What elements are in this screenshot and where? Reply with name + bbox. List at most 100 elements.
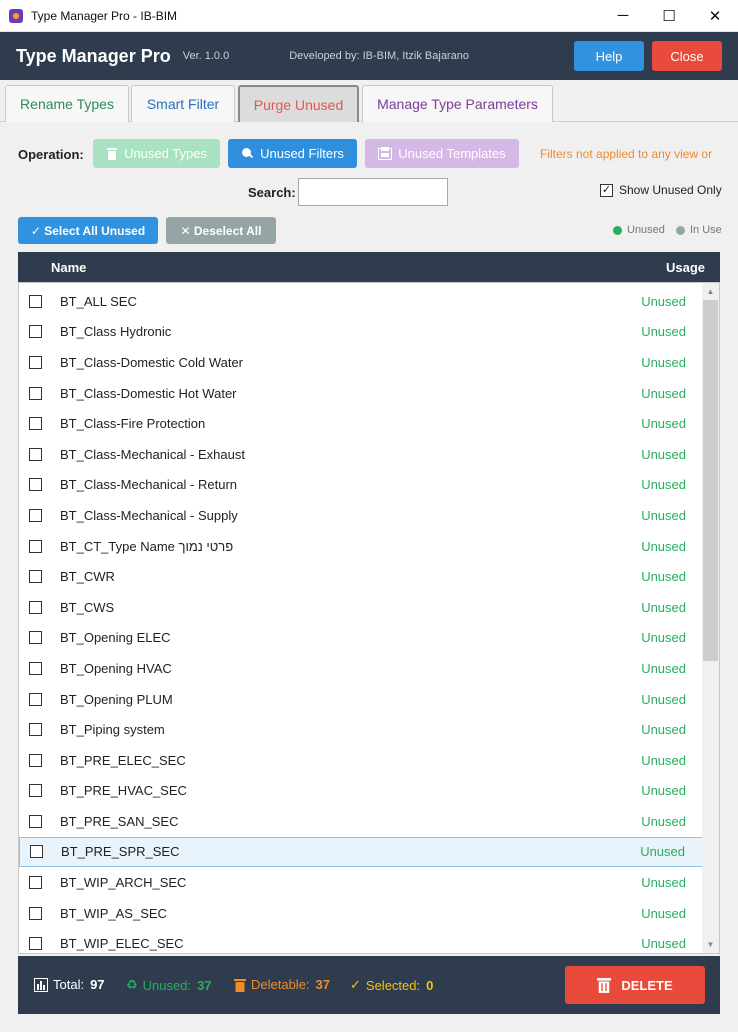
delete-button[interactable]: DELETE <box>565 966 705 1004</box>
row-checkbox[interactable] <box>29 692 42 706</box>
row-name: BT_WIP_AS_SEC <box>60 905 167 921</box>
search-input[interactable] <box>298 178 448 206</box>
row-checkbox[interactable] <box>29 784 42 798</box>
unused-templates-button[interactable]: Unused Templates <box>365 139 519 168</box>
list-item[interactable]: BT_PRE_HVAC_SEC Unused <box>19 776 703 807</box>
list-item[interactable]: BT_Opening PLUM Unused <box>19 684 703 715</box>
list-item[interactable]: BT_Class-Mechanical - Exhaust Unused <box>19 439 703 470</box>
unused-filters-button[interactable]: Unused Filters <box>228 139 357 168</box>
help-button[interactable]: Help <box>574 41 644 71</box>
total-value: 97 <box>90 977 105 992</box>
row-name: BT_CWR <box>60 569 115 585</box>
row-checkbox[interactable] <box>29 753 42 767</box>
list-item[interactable]: BT_Piping system Unused <box>19 714 703 745</box>
row-name: BT_Class-Domestic Cold Water <box>60 354 244 370</box>
row-usage: Unused <box>641 507 686 523</box>
list-item[interactable]: BT_CWR Unused <box>19 561 703 592</box>
unused-filters-label: Unused Filters <box>260 146 344 161</box>
list-item[interactable]: BT_Class-Domestic Cold Water Unused <box>19 347 703 378</box>
row-checkbox[interactable] <box>29 600 42 614</box>
row-checkbox[interactable] <box>29 723 42 737</box>
row-checkbox[interactable] <box>29 478 42 492</box>
list-item[interactable]: BT_WIP_AS_SEC Unused <box>19 898 703 929</box>
row-name: BT_PRE_SPR_SEC <box>61 844 180 860</box>
list-item[interactable]: BT_CT_Type Name פרטי נמוך Unused <box>19 531 703 562</box>
row-checkbox[interactable] <box>29 814 42 828</box>
row-checkbox[interactable] <box>29 508 42 522</box>
delete-label: DELETE <box>621 977 673 993</box>
window-controls: ─ ☐ ✕ <box>600 0 738 32</box>
list-item[interactable]: BT_ALL SEC Unused <box>19 286 703 317</box>
show-unused-only-label: Show Unused Only <box>619 183 722 197</box>
row-checkbox[interactable] <box>29 447 42 461</box>
list-item[interactable]: BT_PRE_ELEC_SEC Unused <box>19 745 703 776</box>
row-checkbox[interactable] <box>29 386 42 400</box>
minimize-button[interactable]: ─ <box>600 0 646 32</box>
list-item[interactable]: BT_Opening ELEC Unused <box>19 623 703 654</box>
list-scrollbar[interactable]: ▲ ▼ <box>702 283 719 953</box>
row-name: BT_WIP_ARCH_SEC <box>60 875 187 891</box>
row-usage: Unused <box>641 477 686 493</box>
list-item[interactable]: BT_Class-Mechanical - Supply Unused <box>19 500 703 531</box>
row-name: BT_Opening PLUM <box>60 691 173 707</box>
tab-rename-types[interactable]: Rename Types <box>5 85 129 122</box>
row-usage: Unused <box>641 752 686 768</box>
tab-manage-type-parameters[interactable]: Manage Type Parameters <box>362 85 553 122</box>
row-checkbox[interactable] <box>29 294 42 308</box>
recycle-icon: ♻ <box>126 977 138 992</box>
list-item[interactable]: BT_Opening HVAC Unused <box>19 653 703 684</box>
row-checkbox[interactable] <box>29 355 42 369</box>
chart-icon <box>34 977 48 992</box>
row-checkbox[interactable] <box>29 906 42 920</box>
list-item[interactable]: BT_WIP_ARCH_SEC Unused <box>19 867 703 898</box>
total-label: Total: <box>53 977 85 992</box>
app-header: Type Manager Pro Ver. 1.0.0 Developed by… <box>0 32 738 80</box>
list-item[interactable]: BT_CWS Unused <box>19 592 703 623</box>
maximize-button[interactable]: ☐ <box>646 0 692 32</box>
show-unused-only-checkbox[interactable]: ✓ Show Unused Only <box>600 183 722 197</box>
row-usage: Unused <box>641 875 686 891</box>
deletable-stat: Deletable: 37 <box>234 977 330 992</box>
row-checkbox[interactable] <box>29 661 42 675</box>
row-checkbox[interactable] <box>29 325 42 339</box>
row-checkbox[interactable] <box>29 539 42 553</box>
row-name: BT_PRE_ELEC_SEC <box>60 752 186 768</box>
row-name: BT_ALL SEC <box>60 293 137 309</box>
row-checkbox[interactable] <box>29 417 42 431</box>
select-all-unused-button[interactable]: ✓ Select All Unused <box>18 217 158 244</box>
deselect-all-button[interactable]: ✕ Deselect All <box>166 217 276 244</box>
row-checkbox[interactable] <box>29 876 42 890</box>
list-item[interactable]: BT_WIP_ELEC_SEC Unused <box>19 928 703 953</box>
close-button[interactable]: Close <box>652 41 722 71</box>
scroll-up-arrow-icon[interactable]: ▲ <box>702 283 719 300</box>
checkmark-icon: ✓ <box>350 977 361 992</box>
scroll-down-arrow-icon[interactable]: ▼ <box>702 936 719 953</box>
scrollbar-thumb[interactable] <box>703 300 718 661</box>
list-item[interactable]: BT_Class-Fire Protection Unused <box>19 408 703 439</box>
list-item[interactable]: BT_PRE_SAN_SEC Unused <box>19 806 703 837</box>
row-checkbox[interactable] <box>29 937 42 951</box>
row-usage: Unused <box>641 599 686 615</box>
list-item[interactable]: BT_Class-Domestic Hot Water Unused <box>19 378 703 409</box>
column-header-name: Name <box>51 260 87 275</box>
row-usage: Unused <box>641 722 686 738</box>
status-footer: Total: 97 ♻ Unused: 37 Deletable: 37 ✓ S… <box>18 956 720 1014</box>
row-checkbox[interactable] <box>29 631 42 645</box>
unused-types-button[interactable]: Unused Types <box>93 139 220 168</box>
list-item[interactable]: BT_Class Hydronic Unused <box>19 317 703 348</box>
row-usage: Unused <box>640 844 685 860</box>
row-name: BT_Class-Mechanical - Exhaust <box>60 446 245 462</box>
list-item[interactable]: BT_Class-Mechanical - Return Unused <box>19 470 703 501</box>
row-name: BT_Opening HVAC <box>60 660 172 676</box>
row-checkbox[interactable] <box>29 570 42 584</box>
row-checkbox[interactable] <box>30 845 43 859</box>
list-item[interactable]: BT_PRE_SPR_SEC Unused <box>19 836 703 868</box>
deletable-label: Deletable: <box>251 977 310 992</box>
tab-purge-unused[interactable]: Purge Unused <box>238 85 359 122</box>
tab-smart-filter[interactable]: Smart Filter <box>131 85 235 122</box>
row-name: BT_CWS <box>60 599 115 615</box>
window-close-button[interactable]: ✕ <box>692 0 738 32</box>
app-name: Type Manager Pro <box>16 45 171 66</box>
selected-value: 0 <box>426 977 434 993</box>
row-usage: Unused <box>641 385 686 401</box>
